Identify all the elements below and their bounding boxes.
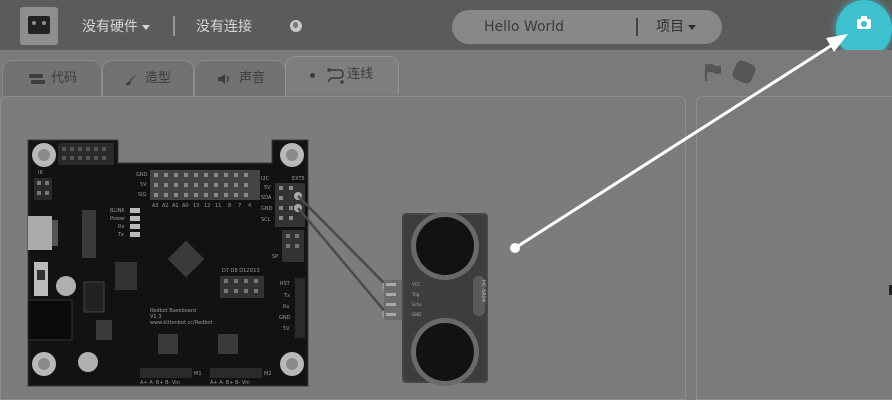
i2c-label: I2C [261,176,270,182]
motor-header-right [210,368,262,378]
pin-row-label: 5V [140,182,147,188]
motor-pins: A+ A- B+ B- Vin [140,380,180,386]
pin-row-label: GND [136,172,148,178]
i2c-label: SCL [261,217,271,223]
ir-label: IR [38,170,43,176]
sensor-pin-label: Trig [411,292,420,297]
chip [218,334,238,354]
wiring-scene: GND 5V SIG A3 A2 A1 A0 13 12 11 8 7 4 I2… [27,34,892,387]
header-label: 5V [283,326,290,332]
led-label: Rx [118,224,124,230]
pin-row-label: SIG [138,192,147,198]
motor-header-left [140,368,192,378]
i2c-label: 5V [264,185,271,191]
pin-number: A0 [182,203,189,209]
ir-header [34,178,52,200]
wire-trig[interactable] [297,195,388,287]
header-label: GND [279,315,291,321]
pin-number: 4 [248,203,251,209]
sensor-pin-label: VCC [412,282,421,287]
usb-port [28,216,52,250]
pin-number: A3 [152,203,159,209]
sensor-model: HC-SR04 [480,280,486,302]
chip [96,320,112,340]
wire-echo[interactable] [297,207,388,315]
sp-header [282,230,304,262]
pin-number: A2 [162,203,169,209]
header-label: Tx [283,293,290,299]
motor-pins: A+ A- B+ B- Vin [210,380,250,386]
header-label: RST [280,281,291,287]
motor-label: M1 [194,371,202,377]
pin-number: 12 [204,203,210,209]
power-jack [27,299,73,341]
chip [115,262,137,290]
i2c-label: SDA [261,195,272,201]
pin-number: 7 [238,203,241,209]
pin-number: A1 [172,203,179,209]
ext-label: EXT5 [292,176,305,182]
capacitor [56,276,76,296]
sensor-pin-label: GND [412,312,421,317]
led-label: Tx [117,232,124,238]
motor-label: M2 [264,371,272,377]
pointer-arrow [510,34,848,253]
sensor-pin-label: Echo [412,302,422,307]
top-header [58,143,114,165]
chip [83,281,105,313]
regulator [82,210,96,258]
sp-label: SP [272,254,278,260]
board-url: www.kittenbot.cc/Redbot [150,320,213,326]
ultrasonic-sensor[interactable]: VCC Trig Echo GND HC-SR04 [384,212,488,386]
led-label: Power [110,216,126,222]
i2c-label: GND [261,206,273,212]
pin-group-label: D7 D8 D12D13 [222,268,260,274]
capacitor [78,352,98,372]
chip [158,334,178,354]
led-label: BLINK [110,208,125,214]
pin-number: 8 [228,203,231,209]
header-label: Rx [283,304,289,310]
serial-header [295,278,305,338]
redbot-board[interactable]: GND 5V SIG A3 A2 A1 A0 13 12 11 8 7 4 I2… [27,139,309,387]
pin-number: 11 [215,203,221,209]
pin-number: 13 [193,203,199,209]
